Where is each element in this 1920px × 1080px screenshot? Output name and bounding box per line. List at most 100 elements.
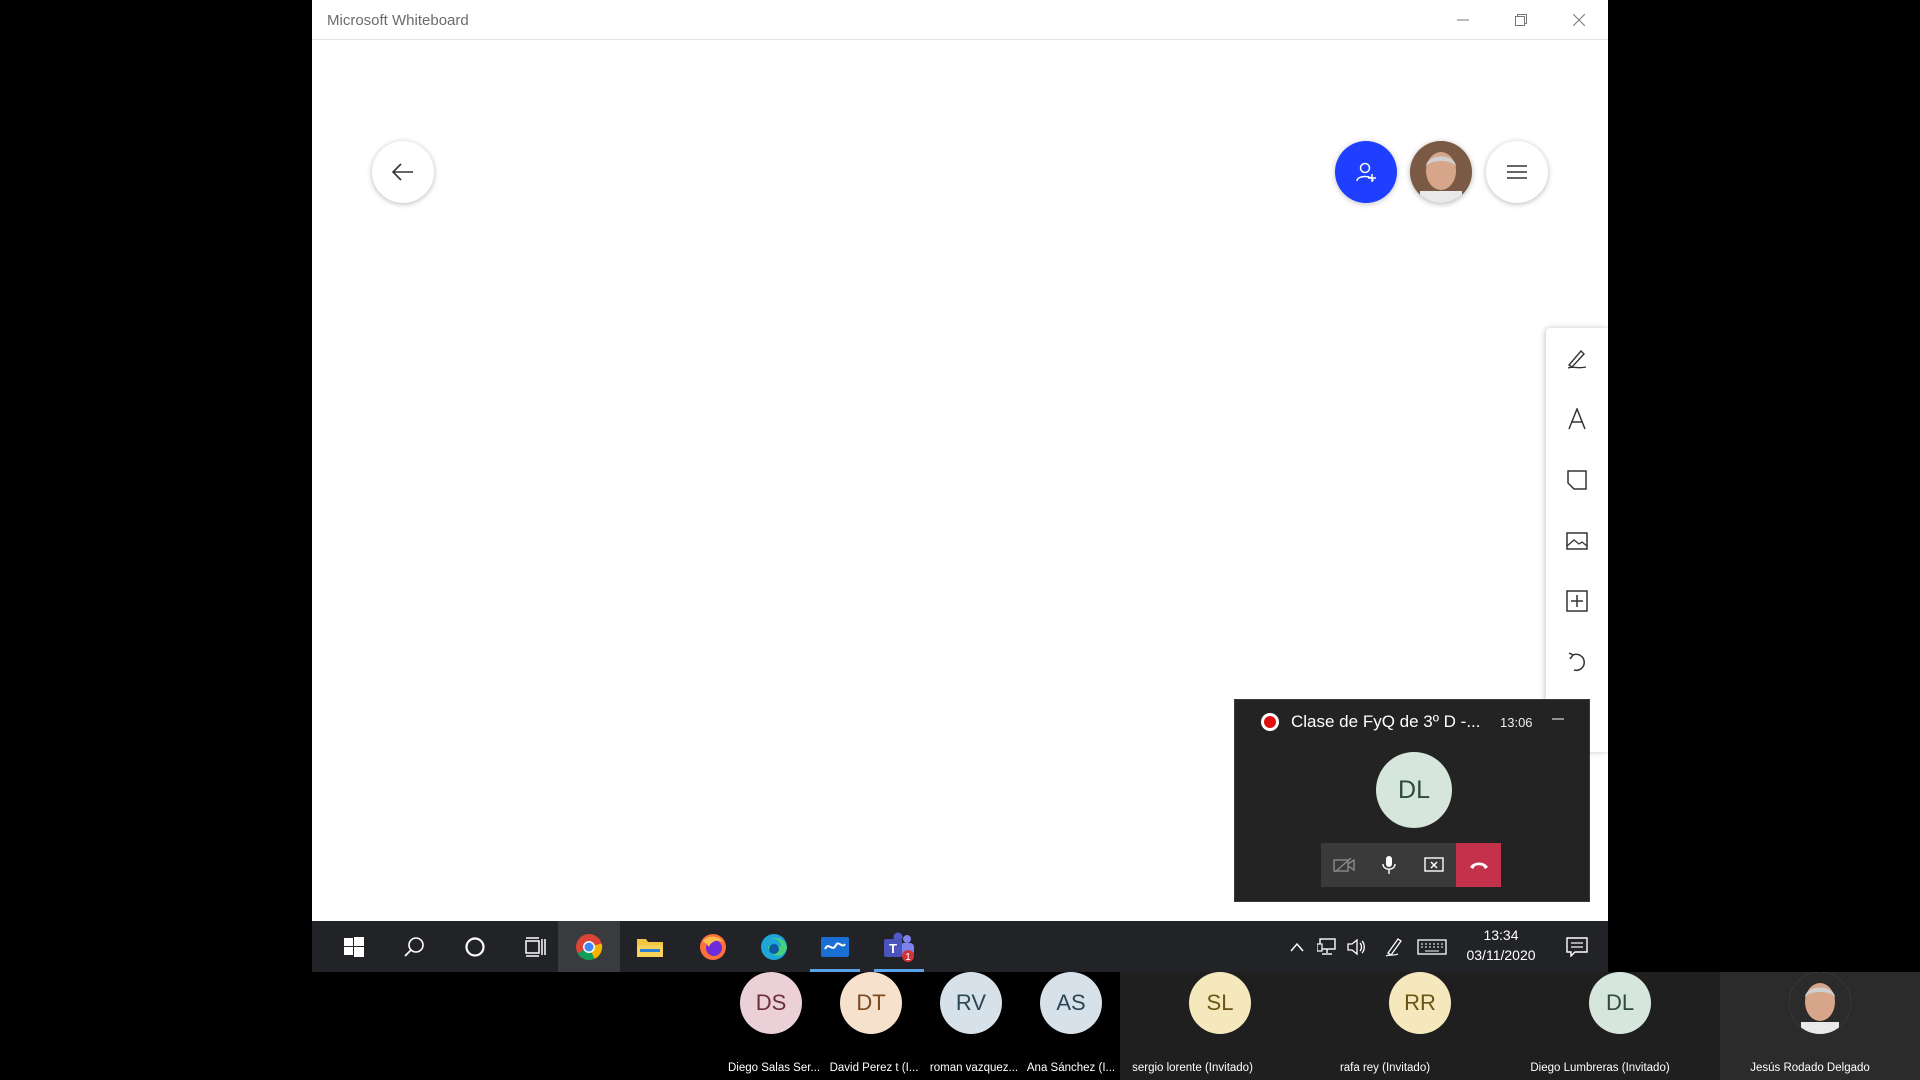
start-button[interactable] — [328, 921, 380, 972]
windows-start-icon — [344, 936, 364, 957]
taskbar-whiteboard[interactable] — [808, 921, 862, 972]
participant-avatar: RV — [940, 972, 1002, 1034]
participant-name: Ana Sánchez (I... — [1026, 1062, 1116, 1074]
clock-time: 13:34 — [1483, 927, 1519, 943]
microphone-icon — [1381, 856, 1396, 874]
profile-photo-icon — [1410, 141, 1472, 203]
restore-button[interactable] — [1492, 0, 1550, 40]
hang-up-icon — [1469, 862, 1488, 869]
cortana-icon — [465, 936, 485, 957]
menu-button[interactable] — [1486, 141, 1548, 203]
insert-tool-button[interactable] — [1546, 576, 1608, 626]
hang-up-button[interactable] — [1456, 843, 1501, 887]
participant-name: roman vazquez... — [929, 1062, 1019, 1074]
image-tool-button[interactable] — [1546, 516, 1608, 566]
participant-avatar: DS — [740, 972, 802, 1034]
profile-photo-icon — [1789, 972, 1851, 1034]
call-duration: 13:06 — [1500, 715, 1533, 730]
text-icon — [1568, 408, 1586, 430]
whiteboard-icon — [821, 936, 849, 957]
keyboard-icon — [1417, 938, 1447, 955]
tray-action-center[interactable] — [1562, 921, 1592, 972]
minimize-icon — [1552, 718, 1564, 720]
teams-meeting-view: Microsoft Whiteboard Clase de FyQ de 3º … — [0, 0, 1920, 1080]
close-button[interactable] — [1550, 0, 1608, 40]
participant-avatar — [1789, 972, 1851, 1034]
participant-tile[interactable]: AS Ana Sánchez (I... — [1026, 972, 1120, 1080]
minimize-icon — [1457, 19, 1469, 21]
volume-icon — [1347, 938, 1365, 955]
participant-name: sergio lorente (Invitado) — [1132, 1062, 1253, 1074]
microphone-button[interactable] — [1366, 843, 1411, 887]
image-icon — [1566, 532, 1588, 550]
participant-avatar: DL — [1589, 972, 1651, 1034]
add-icon — [1566, 590, 1588, 612]
participant-avatar: DT — [840, 972, 902, 1034]
taskbar-firefox[interactable] — [687, 921, 739, 972]
participant-tile[interactable]: RR rafa rey (Invitado) — [1320, 972, 1520, 1080]
shared-screen: Microsoft Whiteboard Clase de FyQ de 3º … — [312, 0, 1608, 972]
tray-network[interactable] — [1312, 921, 1342, 972]
task-view-button[interactable] — [510, 921, 562, 972]
edge-icon — [761, 933, 787, 960]
teams-icon: T1 — [884, 932, 914, 962]
file-explorer-icon — [637, 938, 663, 957]
minimize-call-button[interactable] — [1552, 710, 1564, 726]
participant-avatar: AS — [1040, 972, 1102, 1034]
call-title: Clase de FyQ de 3º D -... — [1291, 712, 1481, 731]
arrow-left-icon — [392, 163, 413, 181]
add-person-icon — [1356, 162, 1376, 182]
task-view-icon — [525, 936, 546, 957]
hamburger-menu-icon — [1507, 165, 1527, 179]
camera-button[interactable] — [1321, 843, 1366, 887]
whiteboard-toolbar — [1546, 328, 1608, 752]
participant-tile[interactable]: RV roman vazquez... — [926, 972, 1026, 1080]
participant-avatar: RR — [1389, 972, 1451, 1034]
search-button[interactable] — [388, 921, 440, 972]
invite-button[interactable] — [1335, 141, 1397, 203]
tray-touch-keyboard[interactable] — [1412, 921, 1452, 972]
pen-workspace-icon — [1385, 937, 1402, 957]
restore-icon — [1515, 14, 1527, 26]
participant-name: David Perez t (I... — [829, 1062, 919, 1074]
user-avatar[interactable] — [1410, 141, 1472, 203]
chevron-up-icon — [1290, 942, 1304, 951]
call-controls — [1321, 843, 1501, 887]
notifications-icon — [1566, 936, 1588, 957]
sticky-note-tool-button[interactable] — [1546, 455, 1608, 505]
share-screen-button[interactable] — [1411, 843, 1456, 887]
participant-tile[interactable]: DS Diego Salas Ser... — [726, 972, 826, 1080]
undo-button[interactable] — [1546, 637, 1608, 687]
window-title: Microsoft Whiteboard — [327, 12, 469, 29]
participant-name: Jesús Rodado Delgado — [1750, 1062, 1870, 1074]
tray-show-hidden[interactable] — [1282, 921, 1312, 972]
camera-off-icon — [1332, 857, 1355, 873]
tray-clock[interactable]: 13:34 03/11/2020 — [1460, 925, 1542, 965]
back-button[interactable] — [372, 141, 434, 203]
pen-tool-button[interactable] — [1546, 334, 1608, 384]
undo-icon — [1568, 652, 1585, 672]
participant-avatar: SL — [1189, 972, 1251, 1034]
taskbar-teams[interactable]: T1 — [872, 921, 926, 972]
taskbar-chrome[interactable] — [558, 921, 620, 972]
call-mini-window[interactable]: Clase de FyQ de 3º D -... 13:06 DL — [1234, 699, 1590, 902]
minimize-button[interactable] — [1434, 0, 1492, 40]
participant-name: Diego Salas Ser... — [727, 1062, 821, 1074]
close-icon — [1573, 14, 1585, 26]
teams-badge: 1 — [905, 952, 911, 962]
participant-tile[interactable]: DT David Perez t (I... — [826, 972, 926, 1080]
svg-text:T: T — [889, 941, 897, 956]
participant-name: rafa rey (Invitado) — [1339, 1062, 1431, 1074]
cortana-button[interactable] — [449, 921, 501, 972]
participant-tile-self[interactable]: Jesús Rodado Delgado — [1720, 972, 1920, 1080]
participant-name: Diego Lumbreras (Invitado) — [1530, 1062, 1670, 1074]
taskbar-file-explorer[interactable] — [624, 921, 676, 972]
tray-volume[interactable] — [1342, 921, 1372, 972]
recording-icon — [1261, 713, 1279, 731]
text-tool-button[interactable] — [1546, 394, 1608, 444]
participant-tile[interactable]: SL sergio lorente (Invitado) — [1120, 972, 1320, 1080]
tray-pen-workspace[interactable] — [1379, 921, 1409, 972]
taskbar-edge[interactable] — [748, 921, 800, 972]
firefox-icon — [700, 933, 726, 960]
participant-tile[interactable]: DL Diego Lumbreras (Invitado) — [1520, 972, 1720, 1080]
